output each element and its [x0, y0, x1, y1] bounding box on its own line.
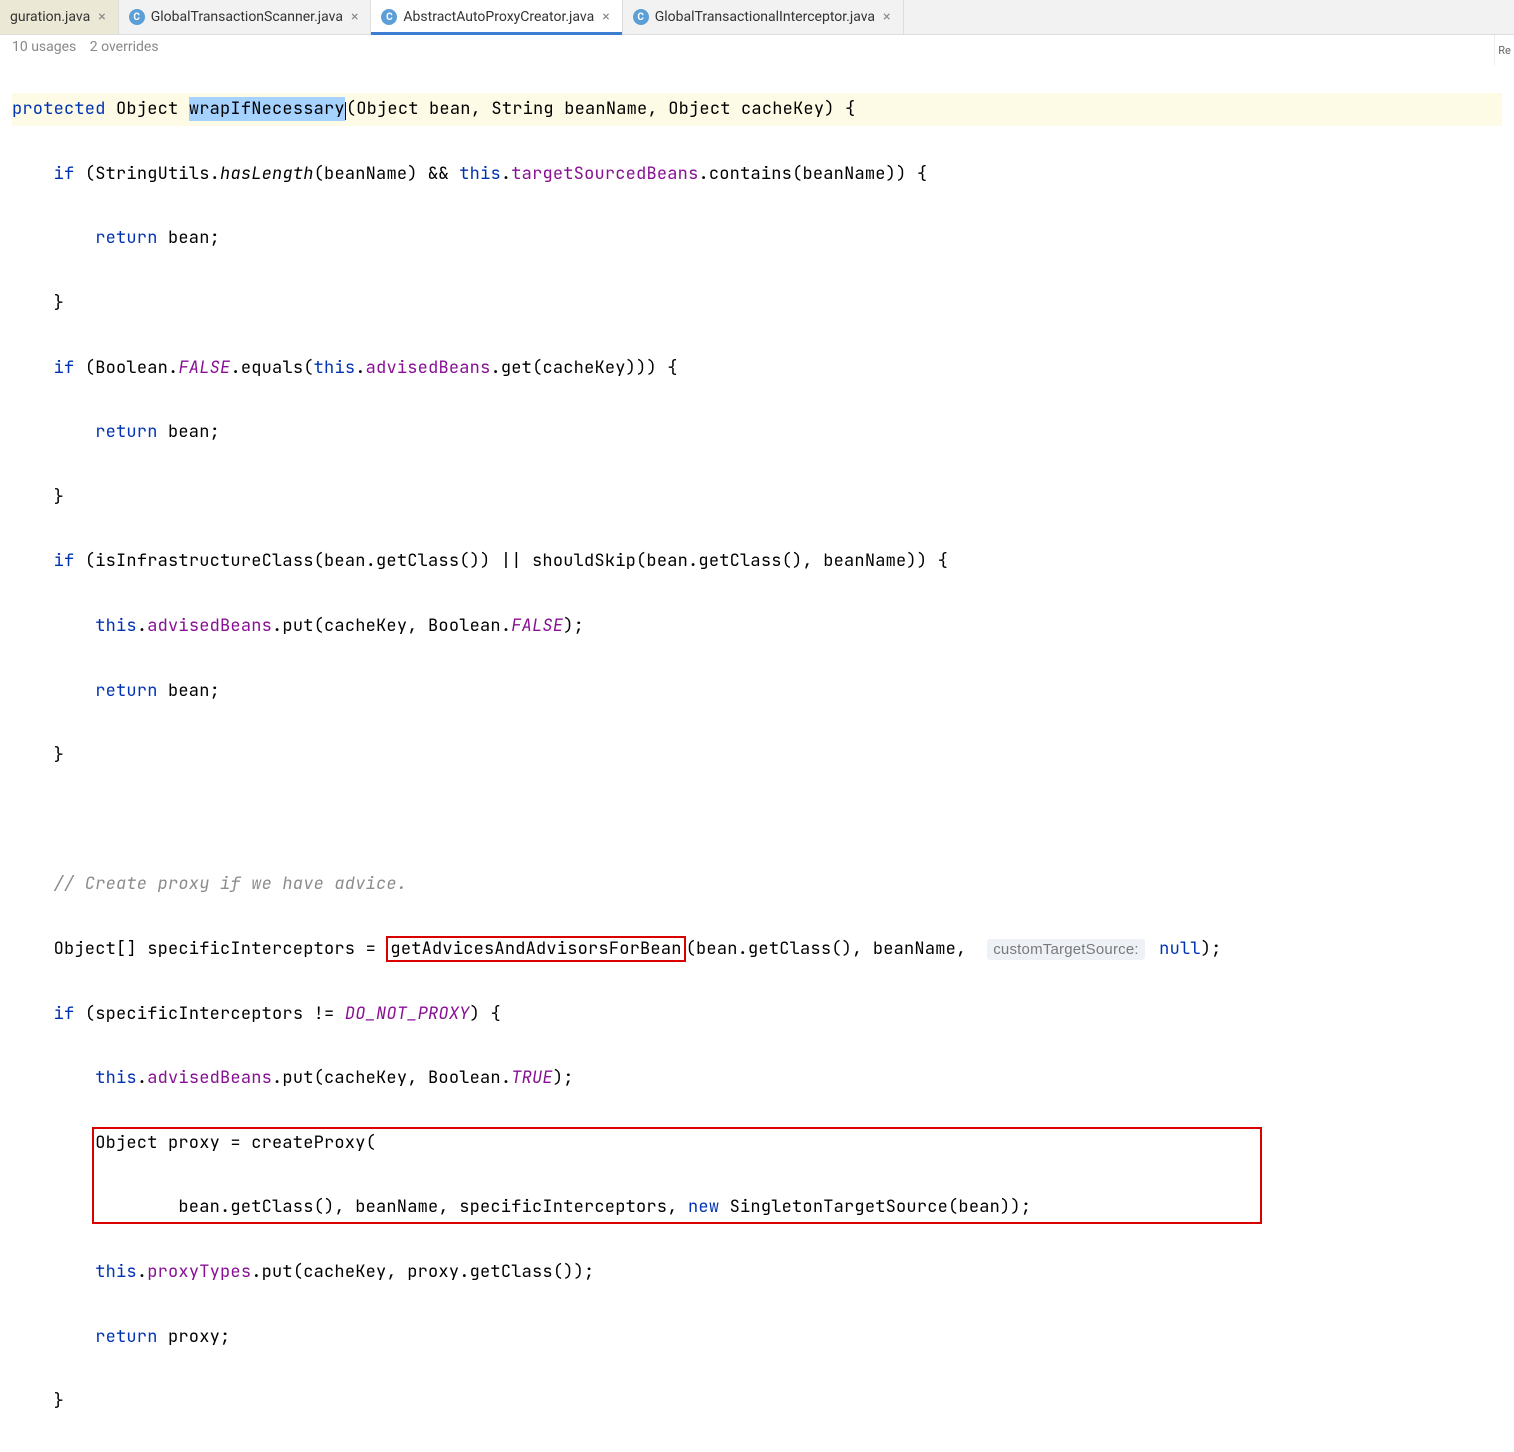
code-text: ) { [470, 1003, 501, 1025]
code-text: SingletonTargetSource(bean)); [719, 1196, 1031, 1218]
class-boolean: Boolean [95, 357, 168, 379]
field-advisedbeans: advisedBeans [147, 1067, 272, 1089]
code-text: .put(cacheKey, Boolean. [272, 1067, 511, 1089]
keyword-this: this [95, 1261, 137, 1283]
code-text: bean; [158, 227, 220, 249]
code-text: bean.getClass(), beanName, specificInter… [178, 1196, 688, 1218]
const-false: FALSE [511, 615, 563, 637]
method-params: (Object bean, String beanName, Object ca… [346, 98, 856, 120]
keyword-return: return [95, 680, 157, 702]
field-advisedbeans: advisedBeans [366, 357, 491, 379]
code-text: bean; [158, 421, 220, 443]
class-icon: C [633, 9, 649, 25]
dot: . [137, 1261, 147, 1283]
code-text: ); [553, 1067, 574, 1089]
tab-guration[interactable]: guration.java × [0, 0, 119, 34]
close-brace: } [54, 744, 64, 766]
keyword-this: this [459, 163, 501, 185]
code-editor[interactable]: protected Object wrapIfNecessary(Object … [0, 59, 1514, 1452]
class-icon: C [129, 9, 145, 25]
code-text: Object proxy = createProxy( [95, 1132, 376, 1154]
editor-tabs: guration.java × C GlobalTransactionScann… [0, 0, 1514, 35]
code-text: ); [563, 615, 584, 637]
code-text: bean; [158, 680, 220, 702]
keyword-null: null [1159, 938, 1201, 960]
keyword-new: new [688, 1196, 719, 1218]
dot: . [355, 357, 365, 379]
keyword-this: this [95, 1067, 137, 1089]
close-brace: } [54, 1390, 64, 1412]
tab-label: guration.java [10, 9, 90, 25]
tab-label: AbstractAutoProxyCreator.java [403, 9, 594, 25]
type-object: Object [116, 98, 178, 120]
overrides-count[interactable]: 2 overrides [90, 39, 159, 55]
dot: . [137, 1067, 147, 1089]
keyword-if: if [54, 1003, 75, 1025]
keyword-if: if [54, 550, 75, 572]
highlighted-method-getadvices: getAdvicesAndAdvisorsForBean [386, 936, 685, 962]
tab-label: GlobalTransactionScanner.java [151, 9, 343, 25]
tab-abstractautoproxycreator[interactable]: C AbstractAutoProxyCreator.java × [371, 0, 622, 34]
code-text: Object[] specificInterceptors = [54, 938, 387, 960]
const-false: FALSE [178, 357, 230, 379]
close-brace: } [54, 486, 64, 508]
keyword-if: if [54, 357, 75, 379]
keyword-protected: protected [12, 98, 106, 120]
keyword-this: this [95, 615, 137, 637]
keyword-return: return [95, 227, 157, 249]
field-advisedbeans: advisedBeans [147, 615, 272, 637]
close-icon[interactable]: × [96, 9, 107, 25]
code-text: proxy; [158, 1326, 231, 1348]
close-icon[interactable]: × [349, 9, 360, 25]
method-name-selected: wrapIfNecessary [189, 97, 345, 121]
class-stringutils: StringUtils [95, 163, 209, 185]
code-text: (beanName) && [314, 163, 460, 185]
comment: // Create proxy if we have advice. [54, 873, 408, 895]
usages-count[interactable]: 10 usages [12, 39, 76, 55]
close-brace: } [54, 292, 64, 314]
tab-label: GlobalTransactionalInterceptor.java [655, 9, 875, 25]
const-donotproxy: DO_NOT_PROXY [345, 1003, 470, 1025]
code-text: .equals( [230, 357, 313, 379]
keyword-this: this [314, 357, 356, 379]
field-targetsourcedbeans: targetSourcedBeans [511, 163, 698, 185]
code-text: (bean.getClass(), beanName, [686, 938, 977, 960]
dot: . [501, 163, 511, 185]
field-proxytypes: proxyTypes [147, 1261, 251, 1283]
code-text: .contains(beanName)) { [698, 163, 927, 185]
keyword-return: return [95, 1326, 157, 1348]
code-text: (specificInterceptors != [74, 1003, 344, 1025]
close-icon[interactable]: × [881, 9, 892, 25]
code-text: (isInfrastructureClass(bean.getClass()) … [74, 550, 948, 572]
parameter-hint: customTargetSource: [987, 939, 1145, 960]
code-text: .put(cacheKey, proxy.getClass()); [251, 1261, 594, 1283]
dot: . [137, 615, 147, 637]
tab-globaltransactionalinterceptor[interactable]: C GlobalTransactionalInterceptor.java × [623, 0, 904, 34]
class-icon: C [381, 9, 397, 25]
keyword-return: return [95, 421, 157, 443]
method-haslength: hasLength [220, 163, 314, 185]
close-icon[interactable]: × [600, 9, 611, 25]
const-true: TRUE [511, 1067, 553, 1089]
keyword-if: if [54, 163, 75, 185]
usages-bar: 10 usages 2 overrides [0, 35, 1514, 59]
tab-globaltransactionscanner[interactable]: C GlobalTransactionScanner.java × [119, 0, 372, 34]
code-text: .put(cacheKey, Boolean. [272, 615, 511, 637]
code-text: .get(cacheKey))) { [490, 357, 677, 379]
